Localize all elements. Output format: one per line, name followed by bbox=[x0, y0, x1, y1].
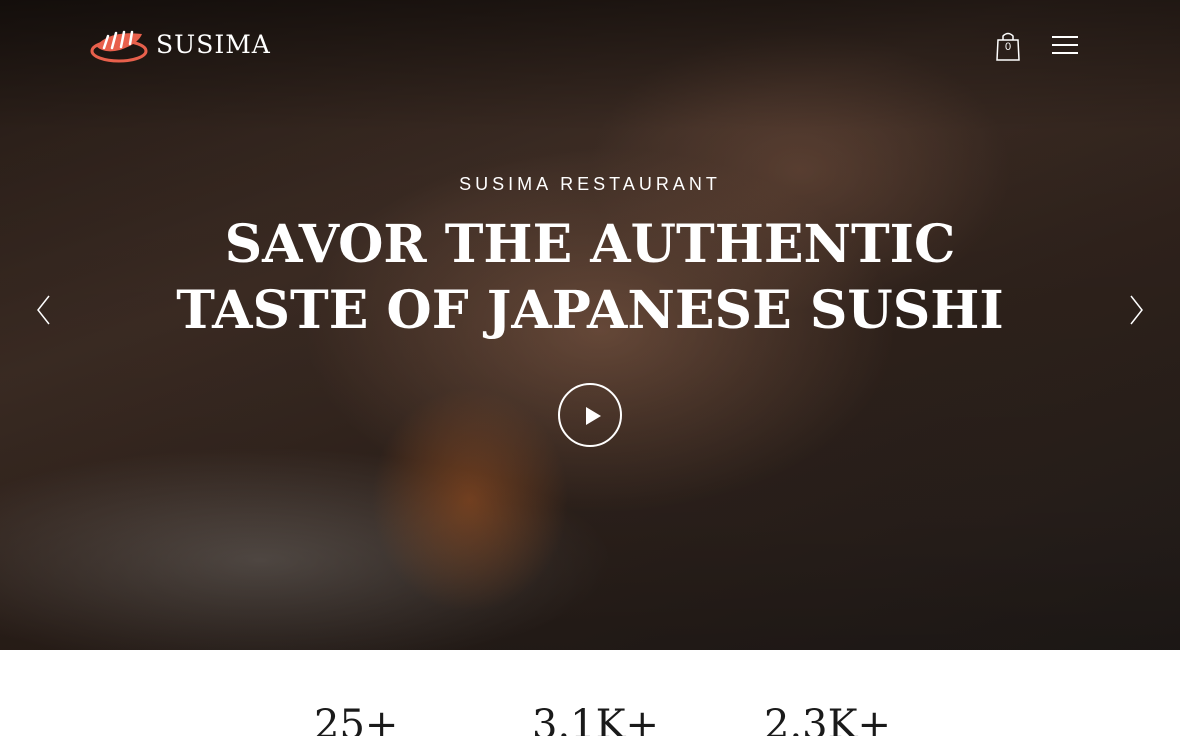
hero-eyebrow: SUSIMA RESTAURANT bbox=[459, 174, 721, 194]
hamburger-menu-icon[interactable] bbox=[1052, 36, 1080, 54]
brand-logo[interactable]: SUSIMA bbox=[90, 24, 271, 64]
stat-value: 25+ bbox=[314, 702, 399, 736]
chevron-right-icon bbox=[1130, 295, 1143, 325]
hero-headline-line2: TASTE OF JAPANESE SUSHI bbox=[176, 280, 1004, 341]
slider-prev-button[interactable] bbox=[34, 294, 54, 326]
chevron-left-icon bbox=[37, 295, 50, 325]
stat-value: 3.1K+ bbox=[532, 702, 660, 736]
brand-name: SUSIMA bbox=[156, 29, 271, 59]
sushi-logo-icon bbox=[90, 30, 148, 63]
stat-value: 2.3K+ bbox=[764, 702, 892, 736]
hero-headline: SAVOR THE AUTHENTIC TASTE OF JAPANESE SU… bbox=[0, 212, 1180, 344]
stats-section: 25+ 3.1K+ 2.3K+ bbox=[0, 650, 1180, 736]
cart-count-badge: 0 bbox=[1004, 41, 1012, 53]
cart-button[interactable]: 0 bbox=[994, 30, 1022, 62]
play-video-button[interactable] bbox=[558, 383, 622, 447]
slider-next-button[interactable] bbox=[1126, 294, 1146, 326]
play-icon bbox=[586, 407, 601, 425]
hero-headline-line1: SAVOR THE AUTHENTIC bbox=[224, 214, 956, 275]
hero-section: SUSIMA 0 SUSIMA RESTAURANT SAVOR THE AUT… bbox=[0, 0, 1180, 650]
